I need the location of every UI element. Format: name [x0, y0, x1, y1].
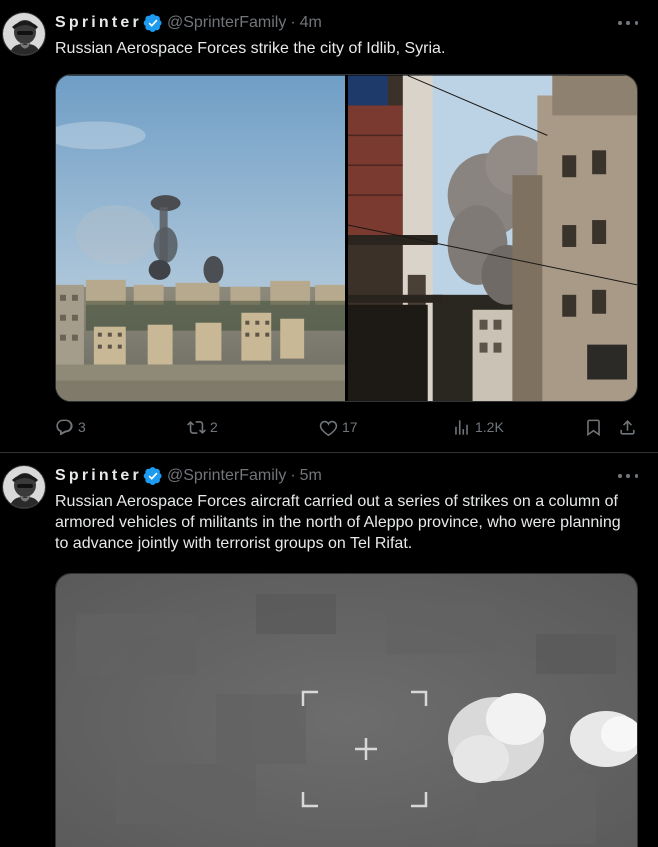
reply-count: 3	[78, 419, 86, 435]
tweet[interactable]: Sprinter @SprinterFamily · 4m Russian Ae…	[0, 0, 658, 453]
handle[interactable]: @SprinterFamily	[167, 14, 286, 32]
separator-dot: ·	[290, 14, 296, 31]
views-count: 1.2K	[475, 419, 504, 435]
verified-badge-icon	[143, 467, 162, 485]
separator-dot: ·	[290, 467, 296, 484]
video-player[interactable]	[55, 573, 638, 847]
views-button[interactable]: 1.2K	[452, 416, 504, 438]
tweet-actions: 3 2 17 1.2K	[55, 416, 638, 438]
share-icon	[620, 419, 635, 435]
bookmark-button[interactable]	[584, 416, 603, 438]
tweet-text: Russian Aerospace Forces strike the city…	[55, 40, 446, 57]
share-button[interactable]	[618, 416, 637, 438]
more-icon[interactable]	[618, 16, 638, 30]
repost-icon	[187, 420, 206, 434]
thermal-video-frame[interactable]	[56, 574, 638, 847]
avatar[interactable]	[2, 465, 46, 509]
more-icon[interactable]	[618, 469, 638, 483]
tweet-text: Russian Aerospace Forces aircraft carrie…	[55, 493, 621, 552]
tweet-header: Sprinter @SprinterFamily · 5m	[55, 466, 322, 486]
photo-street-smoke[interactable]	[347, 75, 637, 402]
display-name[interactable]: Sprinter	[55, 467, 142, 485]
handle[interactable]: @SprinterFamily	[167, 467, 286, 485]
avatar[interactable]	[2, 12, 46, 56]
like-count: 17	[342, 419, 358, 435]
photo-city-skyline[interactable]	[56, 75, 345, 402]
display-name[interactable]: Sprinter	[55, 14, 142, 32]
tweet[interactable]: Sprinter @SprinterFamily · 5m Russian Ae…	[0, 453, 658, 847]
timestamp[interactable]: 5m	[300, 467, 322, 485]
like-icon	[319, 420, 338, 436]
like-button[interactable]: 17	[319, 416, 358, 438]
repost-button[interactable]: 2	[187, 416, 218, 438]
media-grid[interactable]	[55, 74, 638, 402]
avatar-image	[3, 466, 45, 508]
avatar-image	[3, 13, 45, 55]
repost-count: 2	[210, 419, 218, 435]
reply-icon	[56, 419, 73, 435]
bookmark-icon	[587, 419, 600, 436]
verified-badge-icon	[143, 14, 162, 32]
views-icon	[455, 419, 468, 435]
reply-button[interactable]: 3	[55, 416, 86, 438]
timestamp[interactable]: 4m	[300, 14, 322, 32]
tweet-header: Sprinter @SprinterFamily · 4m	[55, 13, 322, 33]
